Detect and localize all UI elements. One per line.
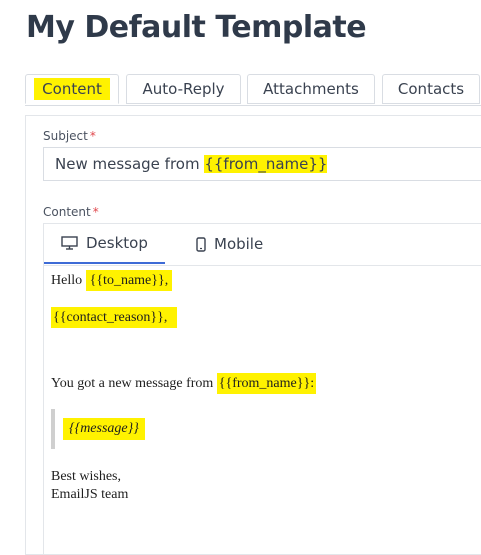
content-panel: Subject * New message from {{from_name}} … — [25, 115, 481, 555]
tab-attachments[interactable]: Attachments — [247, 74, 375, 104]
editor-view-tabs: Desktop Mobile — [44, 224, 481, 266]
template-tabs: Content Auto-Reply Attachments Contacts — [25, 74, 481, 106]
to-name-variable: {{to_name}}, — [85, 270, 173, 291]
contact-reason-line: {{contact_reason}}, — [51, 307, 178, 328]
content-required-mark: * — [92, 205, 99, 219]
from-name-variable: {{from_name}}: — [216, 373, 317, 394]
greeting-line: Hello {{to_name}}, — [51, 270, 173, 291]
message-variable: {{message}} — [63, 418, 145, 440]
tab-attachments-label: Attachments — [263, 80, 359, 98]
tab-desktop-label: Desktop — [86, 234, 148, 252]
tab-auto-reply-label: Auto-Reply — [142, 80, 225, 98]
email-body[interactable]: Hello {{to_name}}, {{contact_reason}}, Y… — [44, 265, 481, 554]
contact-reason-variable: {{contact_reason}}, — [51, 307, 178, 328]
tab-content[interactable]: Content — [25, 74, 119, 104]
tabs-divider — [25, 105, 481, 106]
subject-variable: {{from_name}} — [204, 155, 328, 173]
content-label-text: Content — [43, 205, 91, 219]
subject-input[interactable]: New message from {{from_name}} — [43, 147, 481, 181]
tab-desktop[interactable]: Desktop — [44, 224, 165, 264]
tab-auto-reply[interactable]: Auto-Reply — [126, 74, 241, 104]
subject-label-text: Subject — [43, 129, 88, 143]
mobile-icon — [196, 236, 206, 252]
signoff-line: Best wishes, — [51, 469, 121, 484]
tab-contacts[interactable]: Contacts — [382, 74, 480, 104]
tab-mobile[interactable]: Mobile — [196, 224, 263, 264]
message-intro-line: You got a new message from {{from_name}}… — [51, 373, 317, 394]
desktop-icon — [61, 236, 78, 250]
message-blockquote: {{message}} — [51, 409, 161, 449]
greeting-text: Hello — [51, 273, 86, 288]
team-line: EmailJS team — [51, 487, 129, 502]
content-editor: Desktop Mobile Hello {{to_name}}, {{cont… — [43, 223, 481, 554]
content-label: Content * — [43, 205, 99, 219]
tab-content-label: Content — [34, 78, 110, 100]
page-title: My Default Template — [26, 10, 367, 45]
subject-required-mark: * — [89, 129, 96, 143]
subject-value-text: New message from — [55, 155, 205, 173]
message-intro-text: You got a new message from — [51, 376, 217, 391]
subject-label: Subject * — [43, 129, 96, 143]
tab-contacts-label: Contacts — [397, 80, 465, 98]
tab-mobile-label: Mobile — [214, 235, 264, 253]
